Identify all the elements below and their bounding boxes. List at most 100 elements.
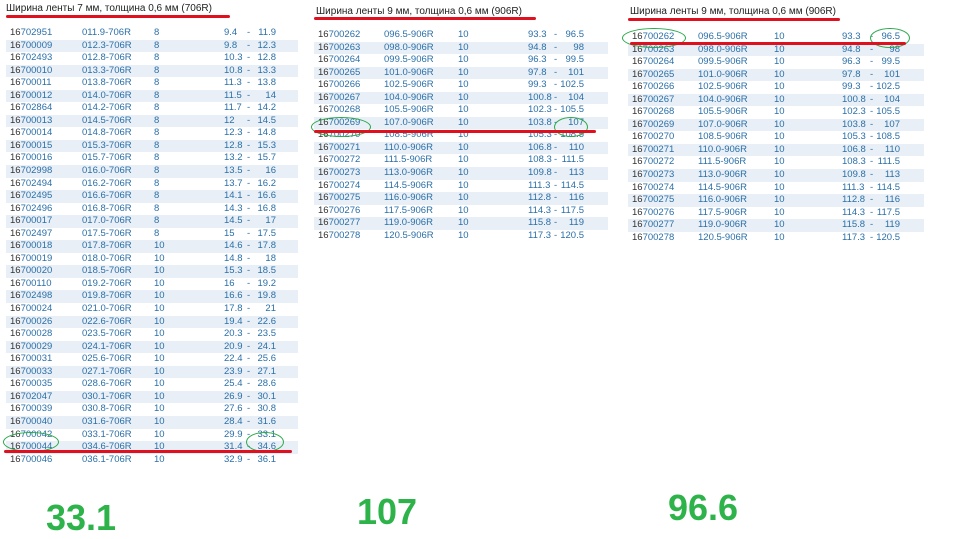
part-number[interactable]: 016.8-706R — [82, 203, 132, 216]
part-code[interactable]: 16700272 — [632, 156, 674, 169]
part-number[interactable]: 119.0-906R — [384, 217, 433, 230]
part-code[interactable]: 16700031 — [10, 353, 52, 366]
part-number[interactable]: 030.1-706R — [82, 391, 132, 404]
part-number[interactable]: 031.6-706R — [82, 416, 132, 429]
part-code[interactable]: 16700012 — [10, 90, 52, 103]
part-code[interactable]: 16700273 — [632, 169, 674, 182]
part-code[interactable]: 16700271 — [318, 142, 360, 155]
part-number[interactable]: 108.5-906R — [698, 131, 748, 144]
part-number[interactable]: 116.0-906R — [698, 194, 747, 207]
part-number[interactable]: 017.0-706R — [82, 215, 132, 228]
part-number[interactable]: 013.8-706R — [82, 77, 132, 90]
part-code[interactable]: 16700264 — [632, 56, 674, 69]
part-number[interactable]: 110.0-906R — [384, 142, 433, 155]
part-code[interactable]: 16700275 — [632, 194, 674, 207]
part-code[interactable]: 16700269 — [632, 119, 674, 132]
part-code[interactable]: 16700272 — [318, 154, 360, 167]
part-number[interactable]: 019.2-706R — [82, 278, 132, 291]
part-code[interactable]: 16700019 — [10, 253, 52, 266]
part-number[interactable]: 012.8-706R — [82, 52, 132, 65]
part-code[interactable]: 16700026 — [10, 316, 52, 329]
part-number[interactable]: 014.8-706R — [82, 127, 132, 140]
part-code[interactable]: 16700262 — [318, 29, 360, 42]
part-number[interactable]: 116.0-906R — [384, 192, 433, 205]
part-number[interactable]: 018.0-706R — [82, 253, 132, 266]
part-code[interactable]: 16700029 — [10, 341, 52, 354]
part-number[interactable]: 114.5-906R — [384, 180, 433, 193]
part-code[interactable]: 16700016 — [10, 152, 52, 165]
part-number[interactable]: 107.0-906R — [698, 119, 748, 132]
part-number[interactable]: 025.6-706R — [82, 353, 132, 366]
part-number[interactable]: 016.0-706R — [82, 165, 132, 178]
part-number[interactable]: 099.5-906R — [698, 56, 748, 69]
part-number[interactable]: 019.8-706R — [82, 290, 132, 303]
part-number[interactable]: 027.1-706R — [82, 366, 132, 379]
part-number[interactable]: 016.2-706R — [82, 178, 132, 191]
part-code[interactable]: 16700010 — [10, 65, 52, 78]
part-code[interactable]: 16700267 — [318, 92, 360, 105]
part-code[interactable]: 16700268 — [632, 106, 674, 119]
part-code[interactable]: 16700276 — [632, 207, 674, 220]
part-number[interactable]: 012.3-706R — [82, 40, 132, 53]
part-number[interactable]: 011.9-706R — [82, 27, 131, 40]
part-number[interactable]: 021.0-706R — [82, 303, 132, 316]
part-number[interactable]: 096.5-906R — [384, 29, 434, 42]
part-number[interactable]: 120.5-906R — [698, 232, 748, 245]
part-code[interactable]: 16702494 — [10, 178, 52, 191]
part-number[interactable]: 033.1-706R — [82, 429, 132, 442]
part-number[interactable]: 017.8-706R — [82, 240, 132, 253]
part-code[interactable]: 16700270 — [632, 131, 674, 144]
part-code[interactable]: 16700018 — [10, 240, 52, 253]
part-code[interactable]: 16700110 — [10, 278, 52, 291]
part-code[interactable]: 16700265 — [318, 67, 360, 80]
part-code[interactable]: 16702495 — [10, 190, 52, 203]
part-code[interactable]: 16700020 — [10, 265, 52, 278]
part-code[interactable]: 16700278 — [632, 232, 674, 245]
part-number[interactable]: 028.6-706R — [82, 378, 132, 391]
part-number[interactable]: 107.0-906R — [384, 117, 434, 130]
part-code[interactable]: 16700275 — [318, 192, 360, 205]
part-code[interactable]: 16700271 — [632, 144, 674, 157]
part-code[interactable]: 16702498 — [10, 290, 52, 303]
part-code[interactable]: 16700013 — [10, 115, 52, 128]
part-number[interactable]: 101.0-906R — [384, 67, 434, 80]
part-code[interactable]: 16700264 — [318, 54, 360, 67]
part-code[interactable]: 16700278 — [318, 230, 360, 243]
part-code[interactable]: 16702493 — [10, 52, 52, 65]
part-number[interactable]: 101.0-906R — [698, 69, 748, 82]
part-number[interactable]: 014.2-706R — [82, 102, 132, 115]
part-code[interactable]: 16700277 — [318, 217, 360, 230]
part-code[interactable]: 16702998 — [10, 165, 52, 178]
part-number[interactable]: 024.1-706R — [82, 341, 132, 354]
part-code[interactable]: 16700263 — [318, 42, 360, 55]
part-number[interactable]: 104.0-906R — [698, 94, 748, 107]
part-number[interactable]: 014.5-706R — [82, 115, 132, 128]
part-number[interactable]: 119.0-906R — [698, 219, 747, 232]
part-code[interactable]: 16700276 — [318, 205, 360, 218]
part-code[interactable]: 16700266 — [318, 79, 360, 92]
part-number[interactable]: 113.0-906R — [384, 167, 433, 180]
part-number[interactable]: 014.0-706R — [82, 90, 132, 103]
part-number[interactable]: 098.0-906R — [698, 44, 748, 57]
part-code[interactable]: 16700046 — [10, 454, 52, 467]
part-number[interactable]: 015.7-706R — [82, 152, 132, 165]
part-number[interactable]: 113.0-906R — [698, 169, 747, 182]
part-code[interactable]: 16700033 — [10, 366, 52, 379]
part-code[interactable]: 16700277 — [632, 219, 674, 232]
part-code[interactable]: 16700274 — [318, 180, 360, 193]
part-number[interactable]: 120.5-906R — [384, 230, 434, 243]
part-code[interactable]: 16702497 — [10, 228, 52, 241]
part-code[interactable]: 16700017 — [10, 215, 52, 228]
part-code[interactable]: 16700009 — [10, 40, 52, 53]
part-number[interactable]: 016.6-706R — [82, 190, 132, 203]
part-code[interactable]: 16700035 — [10, 378, 52, 391]
part-code[interactable]: 16702951 — [10, 27, 52, 40]
part-number[interactable]: 013.3-706R — [82, 65, 132, 78]
part-number[interactable]: 015.3-706R — [82, 140, 132, 153]
part-number[interactable]: 114.5-906R — [698, 182, 747, 195]
part-code[interactable]: 16700028 — [10, 328, 52, 341]
part-code[interactable]: 16700011 — [10, 77, 52, 90]
part-number[interactable]: 110.0-906R — [698, 144, 747, 157]
part-code[interactable]: 16700266 — [632, 81, 674, 94]
part-number[interactable]: 099.5-906R — [384, 54, 434, 67]
